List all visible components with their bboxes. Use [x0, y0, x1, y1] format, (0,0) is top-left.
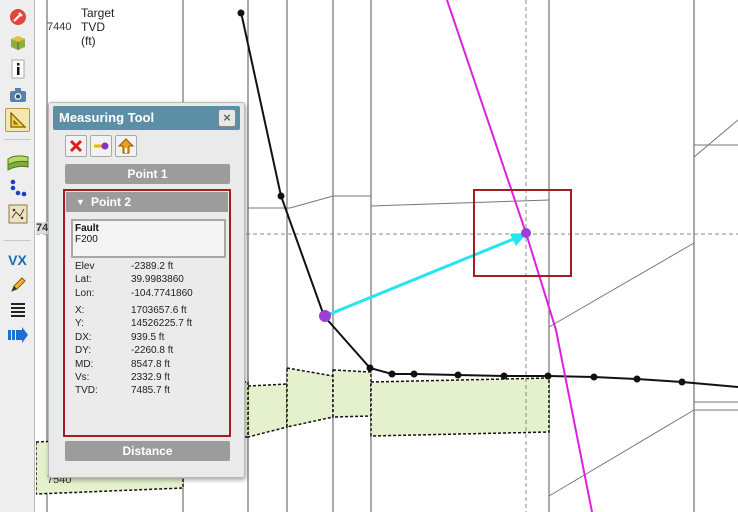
property-row: DX: 939.5 ft: [75, 332, 225, 344]
property-value: 2332.9 ft: [131, 372, 170, 383]
property-value: 7485.7 ft: [131, 385, 170, 396]
pencil-icon[interactable]: [5, 273, 30, 297]
list-icon[interactable]: [5, 298, 30, 322]
property-key: DX:: [75, 332, 92, 343]
points-icon[interactable]: [5, 176, 30, 200]
property-value: -104.7741860: [131, 288, 193, 299]
property-value: 1703657.6 ft: [131, 305, 187, 316]
property-key: Vs:: [75, 372, 90, 383]
panel-header[interactable]: Measuring Tool ×: [53, 106, 240, 130]
delete-icon[interactable]: [65, 135, 87, 157]
cube-3d-icon[interactable]: [5, 31, 30, 55]
selected-name: F200: [75, 234, 98, 245]
export-arrow-icon[interactable]: [5, 323, 30, 347]
home-arrow-icon[interactable]: [115, 135, 137, 157]
property-value: 14526225.7 ft: [131, 318, 193, 329]
property-value: 939.5 ft: [131, 332, 165, 343]
horizon-icon[interactable]: [5, 149, 30, 173]
distance-header[interactable]: Distance: [65, 441, 230, 461]
property-row: Vs: 2332.9 ft: [75, 372, 225, 384]
property-row: Elev -2389.2 ft: [75, 261, 225, 273]
measuring-tool-panel: Measuring Tool × Point 1 ▼ Point 2 Fault…: [48, 102, 245, 478]
property-key: MD:: [75, 359, 94, 370]
info-icon[interactable]: [5, 57, 30, 81]
point2-section: ▼ Point 2 Fault F200 Elev -2389.2 ft Lat:…: [63, 189, 231, 437]
point-connect-icon[interactable]: [90, 135, 112, 157]
highlight-box: [473, 189, 572, 277]
property-key: X:: [75, 305, 85, 316]
vx-icon[interactable]: VX: [5, 248, 30, 272]
tool-icons: [65, 135, 137, 157]
property-key: DY:: [75, 345, 92, 356]
point2-header[interactable]: ▼ Point 2: [66, 192, 228, 212]
property-value: -2260.8 ft: [131, 345, 174, 356]
tick-label: 74: [36, 222, 49, 234]
vx-label: VX: [8, 252, 27, 268]
collapse-arrow-icon: ▼: [76, 197, 85, 207]
settings-icon[interactable]: [5, 5, 30, 29]
property-value: 8547.8 ft: [131, 359, 170, 370]
property-row: TVD: 7485.7 ft: [75, 385, 225, 397]
tick-label: 7440: [47, 21, 72, 33]
property-value: 39.9983860: [131, 274, 184, 285]
property-row: Y: 14526225.7 ft: [75, 318, 225, 330]
panel-title: Measuring Tool: [59, 110, 155, 125]
property-key: Lon:: [75, 288, 95, 299]
measuring-tool-icon[interactable]: [5, 108, 30, 132]
point1-header[interactable]: Point 1: [65, 164, 230, 184]
property-key: Lat:: [75, 274, 92, 285]
scatter-icon[interactable]: [5, 202, 30, 226]
property-key: Elev: [75, 261, 95, 272]
selected-object-box: Fault F200: [71, 219, 226, 258]
property-row: Lat: 39.9983860: [75, 274, 225, 286]
property-row: MD: 8547.8 ft: [75, 359, 225, 371]
property-row: Lon: -104.7741860: [75, 288, 225, 300]
point2-label: Point 2: [91, 195, 132, 209]
property-key: Y:: [75, 318, 84, 329]
property-row: X: 1703657.6 ft: [75, 305, 225, 317]
property-row: DY: -2260.8 ft: [75, 345, 225, 357]
property-key: TVD:: [75, 385, 98, 396]
axis-title: Target TVD (ft): [81, 6, 115, 48]
property-value: -2389.2 ft: [131, 261, 174, 272]
selected-type: Fault: [75, 223, 99, 234]
close-button[interactable]: ×: [218, 109, 236, 127]
left-toolbar: VX: [0, 0, 35, 512]
camera-icon[interactable]: [5, 83, 30, 107]
